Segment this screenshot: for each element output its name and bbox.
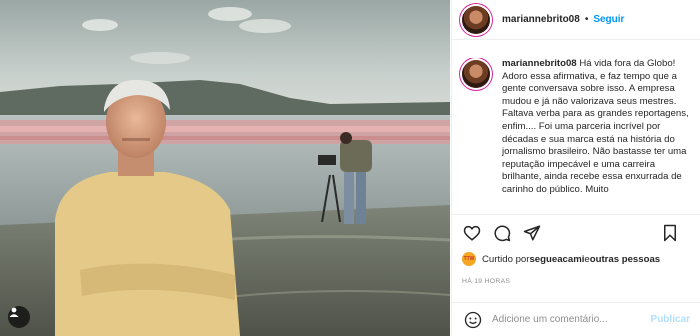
likes-others-link[interactable]: outras pessoas bbox=[590, 254, 660, 265]
emoji-icon[interactable] bbox=[464, 311, 482, 329]
share-icon bbox=[523, 225, 541, 240]
post-details-panel: mariannebrito08 • Seguir mariannebrito08… bbox=[451, 0, 700, 336]
user-tag-icon bbox=[9, 307, 19, 317]
post-timestamp[interactable]: HÁ 19 HORAS bbox=[462, 278, 510, 285]
likes-summary: TTW Curtido por segueacami e outras pess… bbox=[462, 252, 660, 266]
comment-input[interactable] bbox=[492, 314, 652, 325]
comment-icon bbox=[494, 224, 511, 241]
comment-bar: Publicar bbox=[452, 302, 700, 336]
like-button[interactable] bbox=[462, 223, 482, 243]
liker-avatar[interactable]: TTW bbox=[462, 252, 476, 266]
author-username[interactable]: mariannebrito08 bbox=[502, 14, 580, 25]
post-caption: mariannebrito08 Há vida fora da Globo! A… bbox=[452, 58, 700, 210]
liker-username[interactable]: segueacami bbox=[529, 254, 584, 265]
likes-prefix: Curtido por bbox=[482, 253, 530, 265]
comment-button[interactable] bbox=[492, 223, 512, 243]
separator-dot: • bbox=[584, 14, 589, 25]
photo-scene bbox=[0, 0, 450, 336]
bookmark-icon bbox=[664, 224, 676, 241]
author-avatar[interactable] bbox=[462, 5, 490, 34]
post-header: mariannebrito08 • Seguir bbox=[452, 0, 700, 40]
publish-button[interactable]: Publicar bbox=[651, 314, 690, 325]
caption-avatar[interactable] bbox=[462, 60, 490, 88]
caption-text: Há vida fora da Globo! Adoro essa afirma… bbox=[502, 58, 689, 195]
share-button[interactable] bbox=[522, 223, 542, 243]
save-button[interactable] bbox=[660, 223, 680, 243]
follow-button[interactable]: Seguir bbox=[593, 14, 624, 25]
heart-icon bbox=[463, 225, 481, 241]
post-actions bbox=[452, 214, 700, 250]
caption-username[interactable]: mariannebrito08 bbox=[502, 58, 577, 69]
caption-text-block: mariannebrito08 Há vida fora da Globo! A… bbox=[502, 58, 694, 210]
post-photo[interactable] bbox=[0, 0, 450, 336]
user-tag-button[interactable] bbox=[8, 306, 30, 328]
